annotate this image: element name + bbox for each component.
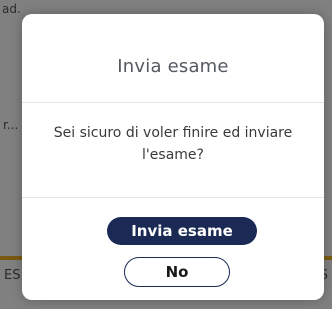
cancel-button[interactable]: No	[124, 257, 230, 287]
page: ad. r... ES S Invia esame Sei sicuro di …	[0, 0, 332, 309]
dialog-divider-bottom	[22, 197, 324, 198]
dialog-message: Sei sicuro di voler finire ed inviare l'…	[53, 125, 293, 163]
background-text-middle: r...	[3, 118, 19, 132]
submit-exam-button[interactable]: Invia esame	[107, 217, 257, 245]
dialog-title: Invia esame	[117, 56, 229, 77]
dialog-divider-top	[22, 102, 324, 103]
background-text-top: ad.	[2, 2, 21, 16]
confirm-submit-dialog: Invia esame Sei sicuro di voler finire e…	[22, 14, 324, 300]
background-text-bottom-left: ES	[4, 268, 21, 283]
